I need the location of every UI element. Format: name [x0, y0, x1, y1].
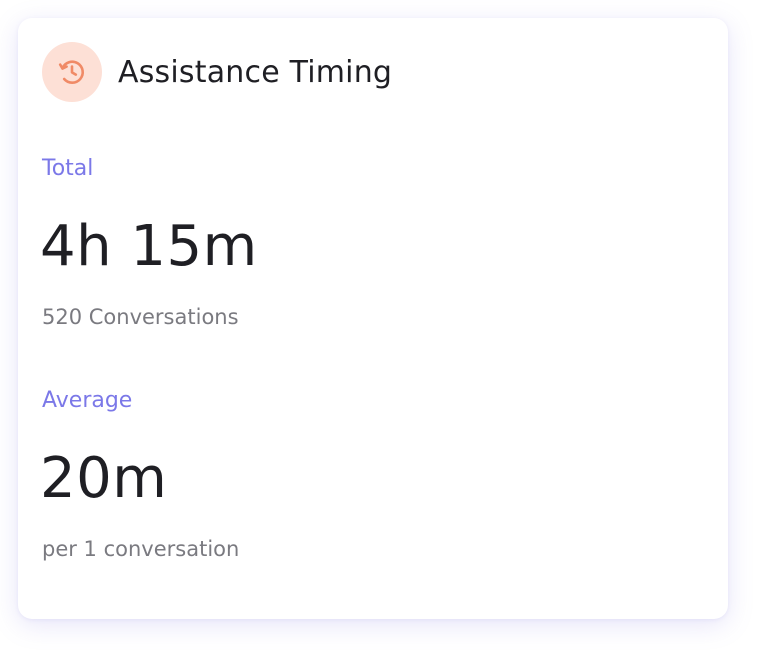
average-value: 20m [40, 446, 168, 511]
average-label: Average [42, 388, 133, 413]
card-title: Assistance Timing [118, 54, 393, 90]
assistance-timing-card: Assistance Timing Total 4h 15m 520 Conve… [18, 18, 728, 619]
total-conversations: 520 Conversations [42, 305, 239, 329]
total-value: 4h 15m [40, 214, 258, 279]
card-header: Assistance Timing [42, 42, 392, 102]
total-label: Total [42, 156, 94, 181]
history-clock-icon [42, 42, 102, 102]
average-per-conversation: per 1 conversation [42, 537, 240, 561]
